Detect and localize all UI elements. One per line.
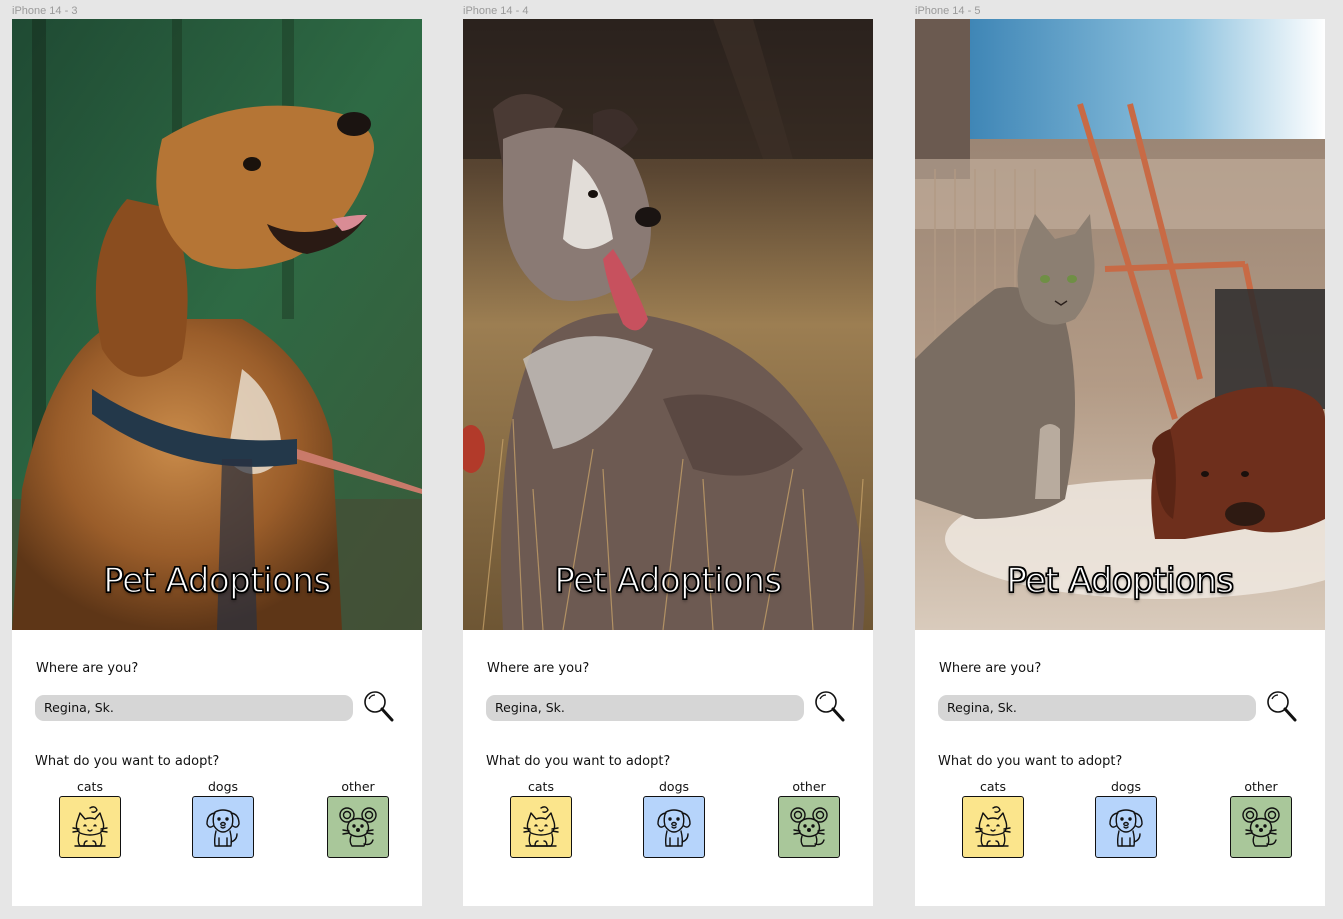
cat-and-dog-photo	[915, 19, 1325, 630]
spaniel-dog-photo	[12, 19, 422, 630]
hero-title: Pet Adoptions	[103, 560, 332, 601]
frame-label: iPhone 14 - 3	[12, 5, 78, 17]
cats-button[interactable]	[962, 796, 1024, 858]
location-question: Where are you?	[36, 661, 139, 676]
location-question: Where are you?	[939, 661, 1042, 676]
dog-icon	[206, 809, 240, 847]
search-icon	[364, 691, 394, 722]
pet-option-cats[interactable]: cats	[58, 779, 122, 858]
other-button[interactable]	[778, 796, 840, 858]
dogs-button[interactable]	[192, 796, 254, 858]
other-button[interactable]	[327, 796, 389, 858]
pet-option-cats[interactable]: cats	[961, 779, 1025, 858]
hero-title: Pet Adoptions	[1006, 560, 1235, 601]
phone-frame-1: Pet Adoptions Where are you? Regina, Sk.…	[12, 19, 422, 906]
pet-option-other[interactable]: other	[777, 779, 841, 858]
hero-image: Pet Adoptions	[915, 19, 1325, 630]
location-input[interactable]: Regina, Sk.	[938, 695, 1256, 721]
pet-option-label: other	[341, 779, 375, 794]
pet-option-label: other	[792, 779, 826, 794]
pet-option-label: dogs	[207, 779, 239, 794]
phone-frame-2: Pet Adoptions Where are you? Regina, Sk.…	[463, 19, 873, 906]
search-icon	[1267, 691, 1297, 722]
pet-option-dogs[interactable]: dogs	[642, 779, 706, 858]
dog-icon	[657, 809, 691, 847]
search-button[interactable]	[812, 689, 846, 723]
pet-option-label: dogs	[1110, 779, 1142, 794]
dogs-button[interactable]	[1095, 796, 1157, 858]
location-question: Where are you?	[487, 661, 590, 676]
mouse-icon	[790, 807, 828, 847]
frame-label: iPhone 14 - 4	[463, 5, 529, 17]
cat-icon	[975, 806, 1011, 847]
search-button[interactable]	[1264, 689, 1298, 723]
pet-option-other[interactable]: other	[326, 779, 390, 858]
cats-button[interactable]	[59, 796, 121, 858]
dogs-button[interactable]	[643, 796, 705, 858]
cats-button[interactable]	[510, 796, 572, 858]
border-collie-dog-photo	[463, 19, 873, 630]
pet-option-label: cats	[77, 779, 103, 794]
adopt-question: What do you want to adopt?	[938, 754, 1123, 769]
pet-option-label: other	[1244, 779, 1278, 794]
pet-option-other[interactable]: other	[1229, 779, 1293, 858]
dog-icon	[1109, 809, 1143, 847]
mouse-icon	[339, 807, 377, 847]
other-button[interactable]	[1230, 796, 1292, 858]
adopt-question: What do you want to adopt?	[35, 754, 220, 769]
search-button[interactable]	[361, 689, 395, 723]
pet-option-label: cats	[980, 779, 1006, 794]
frame-label: iPhone 14 - 5	[915, 5, 981, 17]
hero-image: Pet Adoptions	[463, 19, 873, 630]
hero-image: Pet Adoptions	[12, 19, 422, 630]
phone-frame-3: Pet Adoptions Where are you? Regina, Sk.…	[915, 19, 1325, 906]
pet-option-cats[interactable]: cats	[509, 779, 573, 858]
cat-icon	[523, 806, 559, 847]
pet-option-label: dogs	[658, 779, 690, 794]
search-icon	[815, 691, 845, 722]
mouse-icon	[1242, 807, 1280, 847]
pet-option-dogs[interactable]: dogs	[191, 779, 255, 858]
pet-option-dogs[interactable]: dogs	[1094, 779, 1158, 858]
adopt-question: What do you want to adopt?	[486, 754, 671, 769]
hero-title: Pet Adoptions	[554, 560, 783, 601]
cat-icon	[72, 806, 108, 847]
pet-option-label: cats	[528, 779, 554, 794]
location-input[interactable]: Regina, Sk.	[35, 695, 353, 721]
location-input[interactable]: Regina, Sk.	[486, 695, 804, 721]
